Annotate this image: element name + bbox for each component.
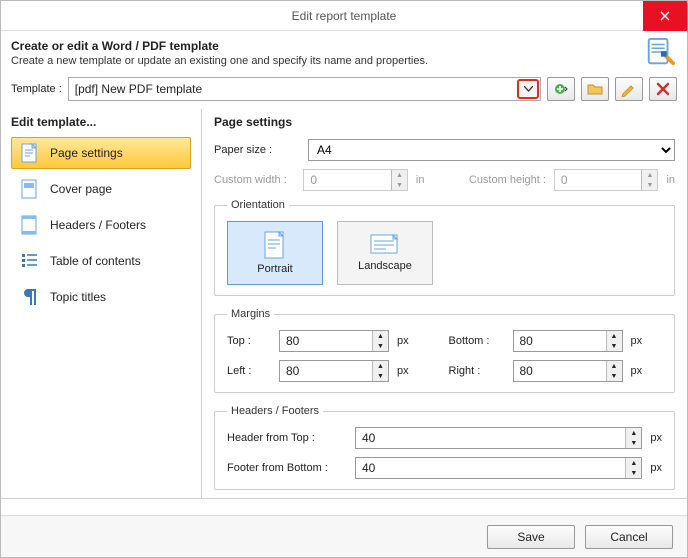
- nav-label: Page settings: [50, 146, 123, 160]
- nav-headers-footers[interactable]: Headers / Footers: [11, 209, 191, 241]
- custom-height-input: 0▲▼: [554, 169, 659, 191]
- nav-label: Headers / Footers: [50, 218, 146, 232]
- margin-top-label: Top :: [227, 335, 271, 347]
- custom-width-input: 0▲▼: [303, 169, 408, 191]
- window-title: Edit report template: [292, 9, 397, 23]
- header-from-top-input[interactable]: 40▲▼: [355, 427, 642, 449]
- header-from-top-label: Header from Top :: [227, 432, 347, 444]
- folder-icon: [587, 81, 603, 97]
- template-row: Template : [pdf] New PDF template: [1, 73, 687, 109]
- toc-icon: [20, 252, 40, 270]
- nav-label: Cover page: [50, 182, 112, 196]
- content-title: Page settings: [214, 115, 675, 129]
- custom-width-label: Custom width :: [214, 174, 295, 186]
- delete-icon: [655, 81, 671, 97]
- chevron-down-icon: [524, 86, 533, 92]
- margin-bottom-input[interactable]: 80▲▼: [513, 330, 623, 352]
- main-area: Edit template... Page settings Cover pag…: [1, 109, 687, 499]
- header-subtitle: Create a new template or update an exist…: [11, 55, 677, 67]
- sidebar: Edit template... Page settings Cover pag…: [1, 109, 201, 498]
- paper-size-select[interactable]: A4: [308, 139, 675, 161]
- template-select[interactable]: [pdf] New PDF template: [68, 77, 541, 101]
- orientation-portrait[interactable]: Portrait: [227, 221, 323, 285]
- content-pane: Page settings Paper size : A4 Custom wid…: [201, 109, 687, 498]
- footer-from-bottom-input[interactable]: 40▲▼: [355, 457, 642, 479]
- orientation-landscape[interactable]: Landscape: [337, 221, 433, 285]
- margin-right-input[interactable]: 80▲▼: [513, 360, 623, 382]
- unit-in: in: [666, 174, 675, 186]
- orientation-legend: Orientation: [227, 199, 289, 211]
- nav-topic-titles[interactable]: Topic titles: [11, 281, 191, 313]
- hf-fieldset: Headers / Footers Header from Top : 40▲▼…: [214, 405, 675, 490]
- template-select-value: [pdf] New PDF template: [75, 82, 202, 96]
- header: Create or edit a Word / PDF template Cre…: [1, 31, 687, 73]
- save-button[interactable]: Save: [487, 525, 575, 549]
- paper-size-label: Paper size :: [214, 144, 300, 156]
- cancel-button[interactable]: Cancel: [585, 525, 673, 549]
- margin-bottom-label: Bottom :: [449, 335, 505, 347]
- margin-left-input[interactable]: 80▲▼: [279, 360, 389, 382]
- cover-icon: [20, 179, 40, 199]
- portrait-page-icon: [264, 231, 286, 259]
- template-doc-icon: [645, 37, 675, 67]
- header-title: Create or edit a Word / PDF template: [11, 39, 677, 53]
- unit-in: in: [416, 174, 425, 186]
- pencil-icon: [621, 81, 637, 97]
- orientation-fieldset: Orientation Portrait Landscape: [214, 199, 675, 296]
- window: Edit report template Create or edit a Wo…: [0, 0, 688, 558]
- close-icon: [660, 11, 670, 21]
- footer: Save Cancel: [1, 515, 687, 557]
- page-icon: [20, 143, 40, 163]
- plus-icon: [553, 81, 569, 97]
- nav-page-settings[interactable]: Page settings: [11, 137, 191, 169]
- close-button[interactable]: [643, 1, 687, 31]
- sidebar-title: Edit template...: [11, 115, 191, 129]
- margin-right-label: Right :: [449, 365, 505, 377]
- add-template-button[interactable]: [547, 77, 575, 101]
- hf-legend: Headers / Footers: [227, 405, 323, 417]
- open-folder-button[interactable]: [581, 77, 609, 101]
- orientation-landscape-label: Landscape: [358, 260, 412, 272]
- margin-top-input[interactable]: 80▲▼: [279, 330, 389, 352]
- edit-template-button[interactable]: [615, 77, 643, 101]
- nav-toc[interactable]: Table of contents: [11, 245, 191, 277]
- margins-fieldset: Margins Top : 80▲▼ px Bottom : 80▲▼ px: [214, 308, 675, 393]
- hf-icon: [20, 215, 40, 235]
- pilcrow-icon: [20, 287, 40, 307]
- delete-template-button[interactable]: [649, 77, 677, 101]
- margins-legend: Margins: [227, 308, 274, 320]
- nav-label: Topic titles: [50, 290, 106, 304]
- template-label: Template :: [11, 83, 62, 95]
- margin-left-label: Left :: [227, 365, 271, 377]
- footer-from-bottom-label: Footer from Bottom :: [227, 462, 347, 474]
- orientation-portrait-label: Portrait: [257, 263, 292, 275]
- landscape-page-icon: [370, 234, 400, 256]
- titlebar: Edit report template: [1, 1, 687, 31]
- nav-label: Table of contents: [50, 254, 141, 268]
- nav-cover-page[interactable]: Cover page: [11, 173, 191, 205]
- custom-height-label: Custom height :: [469, 174, 546, 186]
- template-dropdown-button[interactable]: [517, 79, 539, 99]
